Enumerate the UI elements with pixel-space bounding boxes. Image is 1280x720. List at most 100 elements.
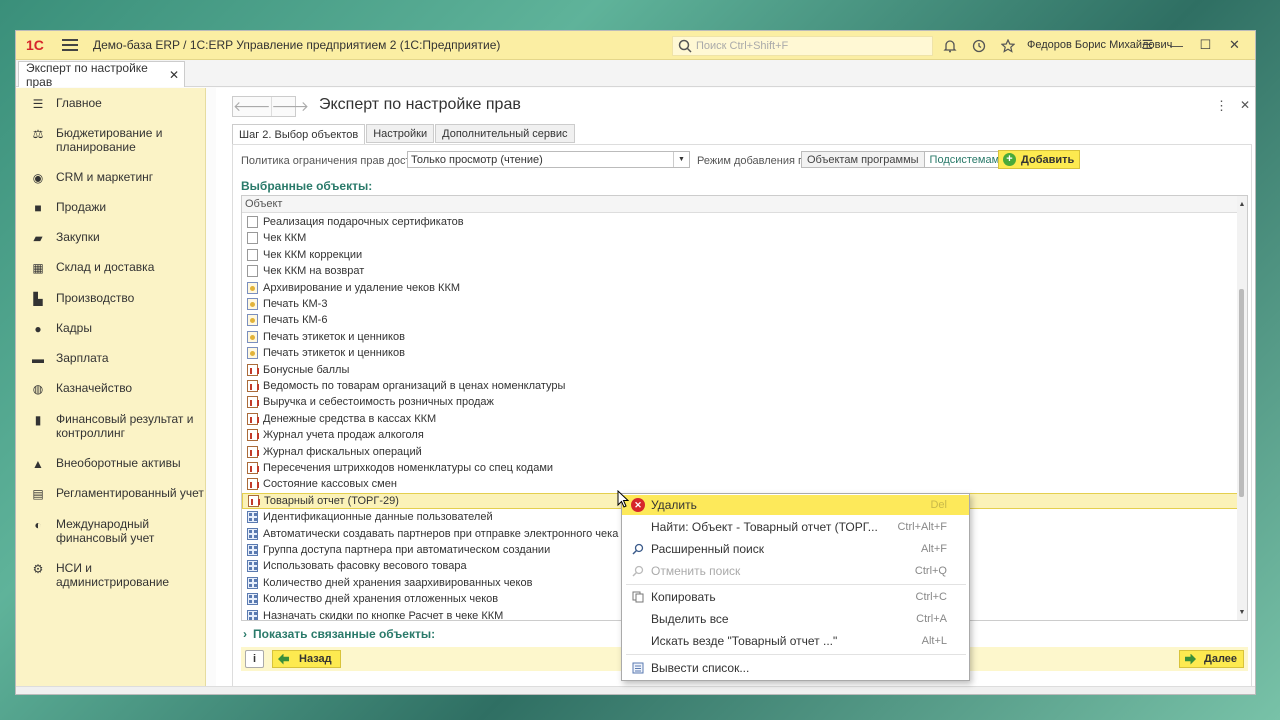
selected-objects-title: Выбранные объекты: bbox=[241, 179, 373, 193]
minimize-icon[interactable]: — bbox=[1162, 35, 1191, 55]
sidebar-item-treasury[interactable]: ◍ Казначейство bbox=[16, 381, 206, 396]
table-row[interactable]: Денежные средства в кассах ККМ bbox=[242, 411, 1238, 427]
menu-item-label: Отменить поиск bbox=[651, 564, 741, 578]
table-row[interactable]: Бонусные баллы bbox=[242, 362, 1238, 378]
sidebar-item-budgeting[interactable]: ⚖ Бюджетирование и планирование bbox=[16, 126, 206, 154]
menu-item-advanced-search[interactable]: Расширенный поиск Alt+F bbox=[622, 539, 969, 559]
menu-item-delete[interactable]: ✕ Удалить Del bbox=[622, 495, 969, 515]
more-actions-icon[interactable]: ⋮ bbox=[1215, 98, 1228, 114]
table-row[interactable]: Состояние кассовых смен bbox=[242, 476, 1238, 492]
menu-item-cancel-search[interactable]: Отменить поиск Ctrl+Q bbox=[622, 561, 969, 581]
sidebar-item-admin[interactable]: ⚙ НСИ и администрирование bbox=[16, 561, 206, 589]
table-row[interactable]: Чек ККМ bbox=[242, 230, 1238, 246]
menu-item-search-everywhere[interactable]: Искать везде "Товарный отчет ..." Alt+L bbox=[622, 631, 969, 651]
settings-menu-icon[interactable]: ☰ bbox=[1133, 35, 1162, 55]
sidebar-item-production[interactable]: ▙ Производство bbox=[16, 291, 206, 306]
menu-item-shortcut: Ctrl+Alt+F bbox=[897, 521, 947, 533]
history-icon[interactable] bbox=[969, 36, 989, 56]
menu-item-select-all[interactable]: Выделить все Ctrl+A bbox=[622, 609, 969, 629]
table-row[interactable]: Печать этикеток и ценников bbox=[242, 329, 1238, 345]
show-linked-objects[interactable]: › Показать связанные объекты: bbox=[243, 627, 435, 641]
table-row[interactable]: Печать этикеток и ценников bbox=[242, 345, 1238, 361]
table-row[interactable]: Архивирование и удаление чеков ККМ bbox=[242, 280, 1238, 296]
star-icon[interactable] bbox=[998, 36, 1018, 56]
row-label: Идентификационные данные пользователей bbox=[263, 511, 493, 524]
row-label: Чек ККМ коррекции bbox=[263, 248, 363, 261]
scroll-up-icon[interactable]: ▲ bbox=[1237, 198, 1247, 210]
sidebar-item-crm[interactable]: ◉ CRM и маркетинг bbox=[16, 170, 206, 185]
back-button[interactable]: Назад bbox=[272, 650, 341, 668]
sidebar-item-purchases[interactable]: ▰ Закупки bbox=[16, 230, 206, 245]
proc-object-icon bbox=[247, 281, 258, 294]
row-label: Архивирование и удаление чеков ККМ bbox=[263, 281, 461, 294]
table-row[interactable]: Ведомость по товарам организаций в ценах… bbox=[242, 378, 1238, 394]
setting-object-icon bbox=[247, 560, 258, 573]
app-logo: 1С bbox=[26, 37, 44, 53]
treasury-icon: ◍ bbox=[32, 382, 44, 396]
tab-settings[interactable]: Настройки bbox=[366, 124, 435, 143]
bell-icon[interactable] bbox=[940, 36, 960, 56]
global-search[interactable] bbox=[672, 36, 933, 56]
menu-item-copy[interactable]: Копировать Ctrl+C bbox=[622, 587, 969, 607]
forward-arrow-icon[interactable]: 🡒 bbox=[272, 97, 310, 116]
search-icon bbox=[631, 542, 645, 556]
menu-item-shortcut: Alt+F bbox=[921, 543, 947, 555]
maximize-icon[interactable]: ☐ bbox=[1191, 35, 1220, 55]
back-arrow-icon[interactable]: 🡐 bbox=[233, 97, 272, 116]
table-row[interactable]: Печать КМ-3 bbox=[242, 296, 1238, 312]
add-button[interactable]: + Добавить bbox=[998, 150, 1080, 169]
tab-rights-expert[interactable]: Эксперт по настройке прав ✕ bbox=[18, 61, 185, 89]
scroll-thumb[interactable] bbox=[1239, 289, 1244, 497]
sidebar-item-sales[interactable]: ■ Продажи bbox=[16, 200, 206, 215]
table-row[interactable]: Выручка и себестоимость розничных продаж bbox=[242, 394, 1238, 410]
table-row[interactable]: Журнал учета продаж алкоголя bbox=[242, 427, 1238, 443]
mouse-cursor-icon bbox=[617, 490, 629, 508]
tab-step2[interactable]: Шаг 2. Выбор объектов bbox=[232, 124, 366, 145]
row-label: Назначать скидки по кнопке Расчет в чеке… bbox=[263, 609, 504, 621]
sidebar-item-regulated-accounting[interactable]: ▤ Регламентированный учет bbox=[16, 486, 206, 501]
sidebar-item-international[interactable]: ◐ Международный финансовый учет bbox=[16, 517, 206, 545]
table-row[interactable]: Журнал фискальных операций bbox=[242, 444, 1238, 460]
column-header-object[interactable]: Объект bbox=[242, 196, 1247, 213]
tab-extra-service[interactable]: Дополнительный сервис bbox=[435, 124, 575, 143]
table-row[interactable]: Печать КМ-6 bbox=[242, 312, 1238, 328]
menu-item-find[interactable]: Найти: Объект - Товарный отчет (ТОРГ... … bbox=[622, 517, 969, 537]
table-row[interactable]: Пересечения штрихкодов номенклатуры со с… bbox=[242, 460, 1238, 476]
policy-label: Политика ограничения прав доступа: bbox=[241, 155, 432, 167]
hamburger-menu-icon[interactable] bbox=[62, 39, 78, 51]
warehouse-icon: ▦ bbox=[32, 261, 44, 275]
info-button[interactable]: i bbox=[245, 650, 264, 668]
row-label: Количество дней хранения заархивированны… bbox=[263, 576, 533, 589]
row-label: Выручка и себестоимость розничных продаж bbox=[263, 396, 494, 409]
mode-by-subsystems-button[interactable]: Подсистемам bbox=[924, 151, 1006, 168]
sidebar-item-warehouse[interactable]: ▦ Склад и доставка bbox=[16, 260, 206, 275]
table-row[interactable]: Чек ККМ коррекции bbox=[242, 247, 1238, 263]
policy-select[interactable]: Только просмотр (чтение) ▼ bbox=[407, 151, 690, 168]
close-form-icon[interactable]: ✕ bbox=[1240, 98, 1250, 112]
chart-icon: ▮ bbox=[34, 413, 42, 427]
mode-toggle: Объектам программы Подсистемам bbox=[801, 151, 1006, 168]
row-label: Денежные средства в кассах ККМ bbox=[263, 412, 437, 425]
add-button-label: Добавить bbox=[1021, 153, 1075, 166]
dropdown-arrow-icon[interactable]: ▼ bbox=[673, 152, 689, 167]
sidebar-item-fixed-assets[interactable]: ▲ Внеоборотные активы bbox=[16, 456, 206, 471]
tab-close-icon[interactable]: ✕ bbox=[169, 68, 179, 82]
mode-by-objects-button[interactable]: Объектам программы bbox=[801, 151, 925, 168]
sidebar-item-financial-result[interactable]: ▮ Финансовый результат и контроллинг bbox=[16, 412, 206, 440]
sidebar-item-main[interactable]: ☰ Главное bbox=[16, 96, 206, 111]
table-row[interactable]: Чек ККМ на возврат bbox=[242, 263, 1238, 279]
close-window-icon[interactable]: ✕ bbox=[1220, 35, 1249, 55]
row-label: Журнал фискальных операций bbox=[263, 445, 422, 458]
next-button[interactable]: Далее bbox=[1179, 650, 1244, 668]
row-label: Пересечения штрихкодов номенклатуры со с… bbox=[263, 462, 554, 474]
vertical-scrollbar[interactable]: ▲ ▼ bbox=[1237, 196, 1247, 620]
global-search-input[interactable] bbox=[696, 40, 926, 52]
budget-icon: ⚖ bbox=[32, 127, 44, 141]
sidebar-item-salary[interactable]: ▬ Зарплата bbox=[16, 351, 206, 366]
sidebar-item-hr[interactable]: ● Кадры bbox=[16, 321, 206, 336]
scroll-down-icon[interactable]: ▼ bbox=[1237, 606, 1247, 618]
menu-item-export-list[interactable]: Вывести список... bbox=[622, 658, 969, 678]
report-object-icon bbox=[248, 494, 260, 507]
table-row[interactable]: Реализация подарочных сертификатов bbox=[242, 214, 1238, 230]
menu-item-label: Копировать bbox=[651, 590, 716, 604]
